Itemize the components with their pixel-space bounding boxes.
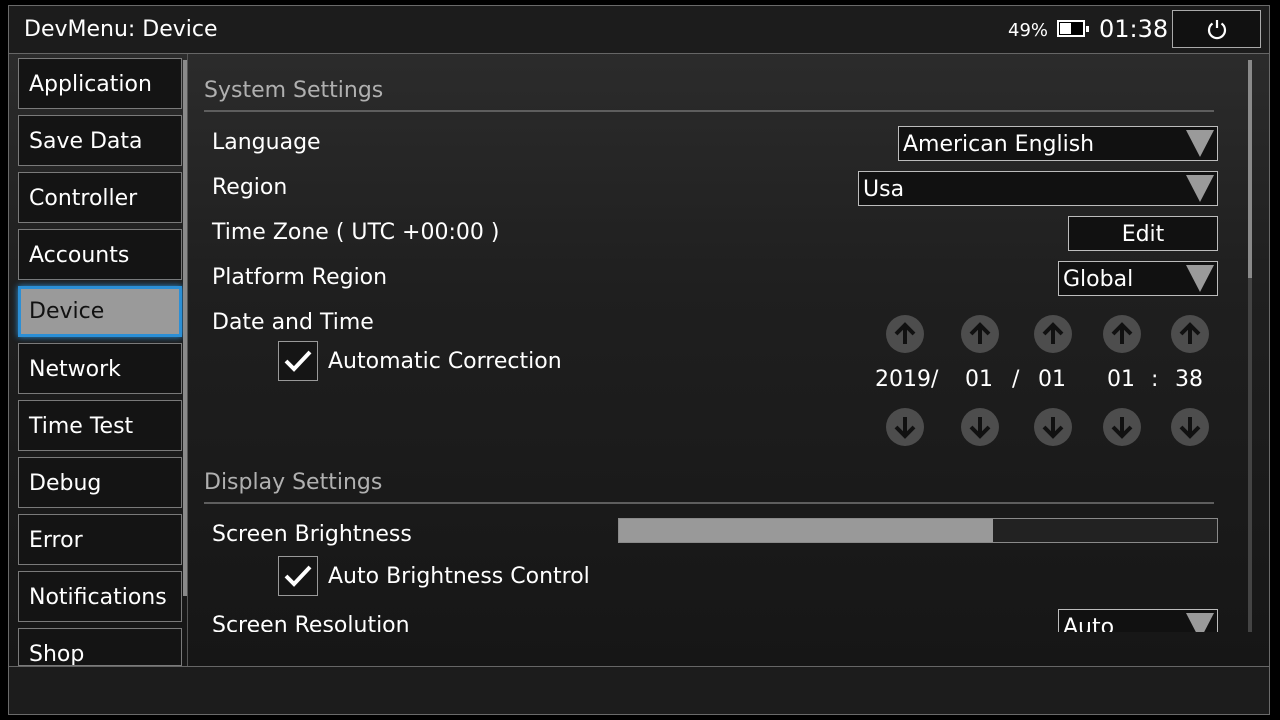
arrow-down-icon	[894, 417, 916, 439]
dropdown-arrow-icon	[1186, 175, 1214, 202]
battery-percent: 49%	[1008, 20, 1049, 41]
screen-resolution-dropdown[interactable]: Auto	[1058, 609, 1218, 632]
arrow-up-icon	[1042, 322, 1064, 344]
month-value: 01	[965, 367, 993, 392]
date-time-label: Date and Time	[212, 310, 374, 335]
platform-region-label: Platform Region	[212, 265, 388, 290]
platform-region-dropdown[interactable]: Global	[1058, 261, 1218, 296]
arrow-up-icon	[894, 322, 916, 344]
sidebar-item-accounts[interactable]: Accounts	[18, 229, 182, 280]
battery-fill	[1060, 23, 1071, 34]
language-dropdown[interactable]: American English	[898, 126, 1218, 161]
region-label: Region	[212, 175, 288, 200]
power-icon	[1207, 20, 1226, 40]
sidebar-item-debug[interactable]: Debug	[18, 457, 182, 508]
sidebar-item-device[interactable]: Device	[18, 286, 182, 337]
dropdown-arrow-icon	[1186, 613, 1214, 632]
region-value: Usa	[863, 177, 905, 202]
sidebar-item-shop[interactable]: Shop	[18, 628, 182, 666]
day-up-button[interactable]	[1034, 315, 1072, 353]
sidebar-item-notifications[interactable]: Notifications	[18, 571, 182, 622]
month-up-button[interactable]	[961, 315, 999, 353]
arrow-down-icon	[1042, 417, 1064, 439]
screen-brightness-label: Screen Brightness	[212, 522, 412, 547]
screen-resolution-value: Auto	[1063, 615, 1115, 632]
platform-region-value: Global	[1063, 267, 1134, 292]
header-bar: DevMenu: Device 49% 01:38	[9, 6, 1269, 53]
time-zone-label: Time Zone ( UTC +00:00 )	[212, 220, 500, 245]
section-heading-display: Display Settings	[204, 470, 383, 495]
time-separator: :	[1151, 367, 1159, 392]
arrow-down-icon	[1111, 417, 1133, 439]
section-divider	[204, 110, 1214, 112]
language-value: American English	[903, 132, 1095, 157]
date-separator: /	[1012, 367, 1020, 392]
hour-up-button[interactable]	[1103, 315, 1141, 353]
arrow-up-icon	[1179, 322, 1201, 344]
clock: 01:38	[1099, 15, 1169, 43]
auto-brightness-checkbox[interactable]	[278, 556, 318, 596]
battery-icon	[1057, 20, 1089, 37]
sidebar-item-time-test[interactable]: Time Test	[18, 400, 182, 451]
year-up-button[interactable]	[886, 315, 924, 353]
day-value: 01	[1038, 367, 1066, 392]
sidebar-item-application[interactable]: Application	[18, 58, 182, 109]
arrow-up-icon	[1111, 322, 1133, 344]
screen-resolution-label: Screen Resolution	[212, 613, 410, 632]
scrollbar-thumb[interactable]	[1248, 60, 1252, 278]
arrow-up-icon	[969, 322, 991, 344]
year-down-button[interactable]	[886, 408, 924, 446]
page-title: DevMenu: Device	[24, 17, 218, 42]
power-button[interactable]	[1172, 10, 1261, 48]
hour-down-button[interactable]	[1103, 408, 1141, 446]
hour-value: 01	[1107, 367, 1135, 392]
arrow-down-icon	[969, 417, 991, 439]
language-label: Language	[212, 130, 321, 155]
automatic-correction-checkbox[interactable]	[278, 341, 318, 381]
dropdown-arrow-icon	[1186, 265, 1214, 292]
minute-up-button[interactable]	[1171, 315, 1209, 353]
arrow-down-icon	[1179, 417, 1201, 439]
dropdown-arrow-icon	[1186, 130, 1214, 157]
battery-tip	[1086, 26, 1089, 32]
minute-down-button[interactable]	[1171, 408, 1209, 446]
time-zone-edit-button[interactable]: Edit	[1068, 216, 1218, 251]
checkmark-icon	[284, 565, 312, 587]
main-panel: System Settings Language American Englis…	[188, 54, 1248, 632]
checkmark-icon	[284, 350, 312, 372]
sidebar-item-network[interactable]: Network	[18, 343, 182, 394]
sidebar-item-save-data[interactable]: Save Data	[18, 115, 182, 166]
footer-bar	[9, 667, 1269, 714]
day-down-button[interactable]	[1034, 408, 1072, 446]
region-dropdown[interactable]: Usa	[858, 171, 1218, 206]
section-heading-system: System Settings	[204, 78, 384, 103]
sidebar-item-error[interactable]: Error	[18, 514, 182, 565]
main-scrollbar[interactable]	[1248, 60, 1252, 632]
brightness-fill	[619, 519, 993, 542]
brightness-slider[interactable]	[618, 518, 1218, 543]
minute-value: 38	[1175, 367, 1203, 392]
month-down-button[interactable]	[961, 408, 999, 446]
section-divider	[204, 502, 1214, 504]
automatic-correction-label: Automatic Correction	[328, 349, 562, 374]
sidebar-item-controller[interactable]: Controller	[18, 172, 182, 223]
auto-brightness-label: Auto Brightness Control	[328, 564, 590, 589]
year-value: 2019/	[875, 367, 939, 392]
